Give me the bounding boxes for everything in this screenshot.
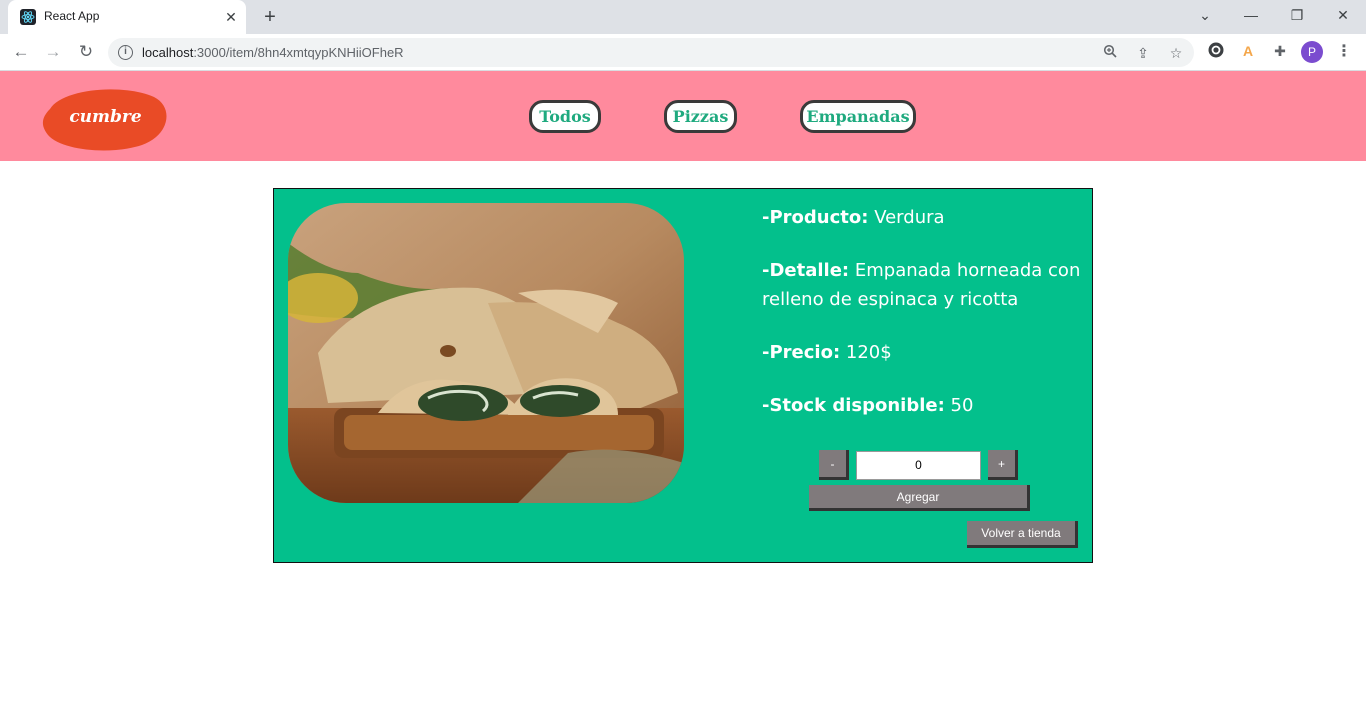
extension-acrobat-icon[interactable]: A [1237,40,1259,62]
product-price: 120$ [845,342,892,363]
quantity-input[interactable]: 0 [856,451,981,480]
product-image [288,203,684,503]
site-logo[interactable]: cumbre [42,87,169,151]
minimize-icon[interactable]: — [1238,4,1264,26]
product-price-label: -Precio: [762,342,841,363]
add-to-cart-button[interactable]: Agregar [809,485,1030,511]
browser-tab-bar: React App ✕ + ⌄ — ❐ ✕ [0,0,1366,34]
product-name-label: -Producto: [762,207,869,228]
browser-tab[interactable]: React App ✕ [8,0,246,34]
url-path: :3000/item/8hn4xmtqypKNHiiOFheR [193,45,404,60]
back-to-store-button[interactable]: Volver a tienda [967,521,1078,548]
restore-icon[interactable]: ❐ [1284,4,1310,26]
url-text[interactable]: localhost:3000/item/8hn4xmtqypKNHiiOFheR [142,45,404,60]
browser-toolbar: ← → ↻ i localhost:3000/item/8hn4xmtqypKN… [0,34,1366,71]
product-stock: 50 [950,395,974,416]
decrement-button[interactable]: - [819,450,849,480]
site-info-icon[interactable]: i [118,45,133,60]
new-tab-button[interactable]: + [258,6,282,28]
close-tab-icon[interactable]: ✕ [222,8,240,26]
nav-todos-button[interactable]: Todos [529,100,601,133]
product-stock-label: -Stock disponible: [762,395,945,416]
product-stock-row: -Stock disponible: 50 [762,391,1082,420]
react-logo-icon [20,9,36,25]
page: cumbre Todos Pizzas Empanadas -Producto:… [0,71,1366,725]
reload-icon[interactable]: ↻ [74,41,98,63]
product-price-row: -Precio: 120$ [762,338,1082,367]
product-detail-row: -Detalle: Empanada horneada con relleno … [762,256,1082,314]
product-name: Verdura [874,207,945,228]
zoom-icon[interactable] [1100,43,1120,63]
logo-text: cumbre [69,107,142,127]
share-icon[interactable]: ⇪ [1133,43,1153,63]
site-navbar: cumbre Todos Pizzas Empanadas [0,71,1366,161]
nav-empanadas-button[interactable]: Empanadas [800,100,916,133]
url-host: localhost [142,45,194,60]
product-info: -Producto: Verdura -Detalle: Empanada ho… [762,203,1082,444]
product-name-row: -Producto: Verdura [762,203,1082,232]
extension-grammar-icon[interactable] [1205,41,1227,63]
back-icon[interactable]: ← [9,41,33,63]
address-bar[interactable]: i localhost:3000/item/8hn4xmtqypKNHiiOFh… [108,38,1194,67]
product-detail-label: -Detalle: [762,260,850,281]
profile-avatar[interactable]: P [1301,41,1323,63]
more-menu-icon[interactable]: ⋮ [1334,41,1354,63]
tab-search-icon[interactable]: ⌄ [1192,4,1218,26]
forward-icon[interactable]: → [41,41,65,63]
tab-title: React App [44,9,100,23]
extensions-puzzle-icon[interactable]: ✚ [1269,40,1291,62]
close-window-icon[interactable]: ✕ [1330,4,1356,26]
product-detail-card: -Producto: Verdura -Detalle: Empanada ho… [273,188,1093,563]
increment-button[interactable]: + [988,450,1018,480]
bookmark-star-icon[interactable]: ☆ [1166,43,1186,63]
nav-pizzas-button[interactable]: Pizzas [664,100,737,133]
